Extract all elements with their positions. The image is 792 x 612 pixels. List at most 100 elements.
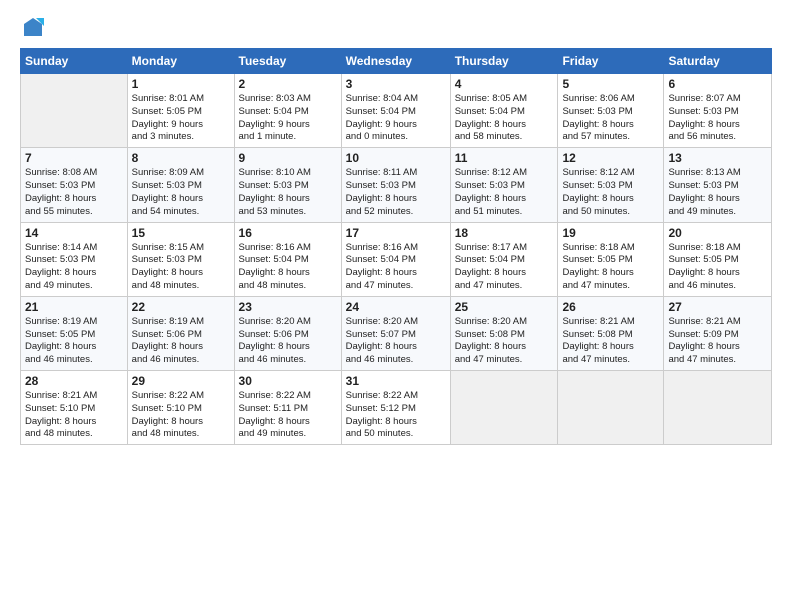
day-info: Sunrise: 8:05 AM Sunset: 5:04 PM Dayligh… [455,93,554,144]
col-header-tuesday: Tuesday [234,49,341,74]
day-cell: 4 Sunrise: 8:05 AM Sunset: 5:04 PM Daylig… [450,74,558,148]
day-number: 12 [562,151,659,165]
day-number: 27 [668,300,767,314]
day-number: 17 [346,226,446,240]
day-info: Sunrise: 8:14 AM Sunset: 5:03 PM Dayligh… [25,242,123,293]
day-info: Sunrise: 8:19 AM Sunset: 5:06 PM Dayligh… [132,316,230,367]
day-info: Sunrise: 8:22 AM Sunset: 5:11 PM Dayligh… [239,390,337,441]
day-cell: 5 Sunrise: 8:06 AM Sunset: 5:03 PM Daylig… [558,74,664,148]
day-cell: 26 Sunrise: 8:21 AM Sunset: 5:08 PM Dayli… [558,296,664,370]
day-cell: 19 Sunrise: 8:18 AM Sunset: 5:05 PM Dayli… [558,222,664,296]
calendar-table: SundayMondayTuesdayWednesdayThursdayFrid… [20,48,772,445]
logo-icon [22,16,44,38]
day-cell: 14 Sunrise: 8:14 AM Sunset: 5:03 PM Dayli… [21,222,128,296]
day-number: 16 [239,226,337,240]
day-number: 19 [562,226,659,240]
day-number: 31 [346,374,446,388]
day-cell: 24 Sunrise: 8:20 AM Sunset: 5:07 PM Dayli… [341,296,450,370]
day-info: Sunrise: 8:20 AM Sunset: 5:07 PM Dayligh… [346,316,446,367]
day-number: 22 [132,300,230,314]
week-row-2: 7 Sunrise: 8:08 AM Sunset: 5:03 PM Daylig… [21,148,772,222]
day-info: Sunrise: 8:12 AM Sunset: 5:03 PM Dayligh… [455,167,554,218]
day-info: Sunrise: 8:12 AM Sunset: 5:03 PM Dayligh… [562,167,659,218]
header [20,16,772,38]
day-number: 2 [239,77,337,91]
day-info: Sunrise: 8:11 AM Sunset: 5:03 PM Dayligh… [346,167,446,218]
day-info: Sunrise: 8:18 AM Sunset: 5:05 PM Dayligh… [668,242,767,293]
day-number: 29 [132,374,230,388]
day-cell: 6 Sunrise: 8:07 AM Sunset: 5:03 PM Daylig… [664,74,772,148]
day-info: Sunrise: 8:22 AM Sunset: 5:12 PM Dayligh… [346,390,446,441]
day-number: 30 [239,374,337,388]
day-info: Sunrise: 8:16 AM Sunset: 5:04 PM Dayligh… [346,242,446,293]
day-number: 10 [346,151,446,165]
day-number: 1 [132,77,230,91]
day-cell: 31 Sunrise: 8:22 AM Sunset: 5:12 PM Dayli… [341,371,450,445]
day-cell: 23 Sunrise: 8:20 AM Sunset: 5:06 PM Dayli… [234,296,341,370]
day-cell [450,371,558,445]
day-cell: 20 Sunrise: 8:18 AM Sunset: 5:05 PM Dayli… [664,222,772,296]
day-cell: 22 Sunrise: 8:19 AM Sunset: 5:06 PM Dayli… [127,296,234,370]
day-cell: 8 Sunrise: 8:09 AM Sunset: 5:03 PM Daylig… [127,148,234,222]
day-info: Sunrise: 8:18 AM Sunset: 5:05 PM Dayligh… [562,242,659,293]
day-cell: 27 Sunrise: 8:21 AM Sunset: 5:09 PM Dayli… [664,296,772,370]
day-cell: 1Sunrise: 8:01 AM Sunset: 5:05 PM Daylig… [127,74,234,148]
col-header-monday: Monday [127,49,234,74]
day-info: Sunrise: 8:15 AM Sunset: 5:03 PM Dayligh… [132,242,230,293]
day-number: 18 [455,226,554,240]
day-number: 11 [455,151,554,165]
day-number: 21 [25,300,123,314]
day-info: Sunrise: 8:09 AM Sunset: 5:03 PM Dayligh… [132,167,230,218]
logo [20,16,44,38]
day-number: 24 [346,300,446,314]
day-number: 15 [132,226,230,240]
day-number: 6 [668,77,767,91]
day-cell: 16Sunrise: 8:16 AM Sunset: 5:04 PM Dayli… [234,222,341,296]
day-info: Sunrise: 8:04 AM Sunset: 5:04 PM Dayligh… [346,93,446,144]
week-row-1: 1Sunrise: 8:01 AM Sunset: 5:05 PM Daylig… [21,74,772,148]
day-info: Sunrise: 8:22 AM Sunset: 5:10 PM Dayligh… [132,390,230,441]
day-cell [664,371,772,445]
col-header-thursday: Thursday [450,49,558,74]
day-cell: 9Sunrise: 8:10 AM Sunset: 5:03 PM Daylig… [234,148,341,222]
day-info: Sunrise: 8:19 AM Sunset: 5:05 PM Dayligh… [25,316,123,367]
day-number: 8 [132,151,230,165]
day-cell: 13 Sunrise: 8:13 AM Sunset: 5:03 PM Dayli… [664,148,772,222]
day-number: 3 [346,77,446,91]
col-header-saturday: Saturday [664,49,772,74]
day-info: Sunrise: 8:13 AM Sunset: 5:03 PM Dayligh… [668,167,767,218]
day-cell: 12 Sunrise: 8:12 AM Sunset: 5:03 PM Dayli… [558,148,664,222]
day-cell: 30 Sunrise: 8:22 AM Sunset: 5:11 PM Dayli… [234,371,341,445]
day-cell: 3 Sunrise: 8:04 AM Sunset: 5:04 PM Daylig… [341,74,450,148]
day-number: 25 [455,300,554,314]
day-number: 28 [25,374,123,388]
day-cell: 29 Sunrise: 8:22 AM Sunset: 5:10 PM Dayli… [127,371,234,445]
day-info: Sunrise: 8:06 AM Sunset: 5:03 PM Dayligh… [562,93,659,144]
day-number: 20 [668,226,767,240]
day-cell: 21 Sunrise: 8:19 AM Sunset: 5:05 PM Dayli… [21,296,128,370]
day-info: Sunrise: 8:21 AM Sunset: 5:09 PM Dayligh… [668,316,767,367]
day-info: Sunrise: 8:21 AM Sunset: 5:08 PM Dayligh… [562,316,659,367]
day-cell: 11 Sunrise: 8:12 AM Sunset: 5:03 PM Dayli… [450,148,558,222]
day-number: 7 [25,151,123,165]
day-number: 26 [562,300,659,314]
day-cell: 2Sunrise: 8:03 AM Sunset: 5:04 PM Daylig… [234,74,341,148]
day-number: 13 [668,151,767,165]
day-info: Sunrise: 8:17 AM Sunset: 5:04 PM Dayligh… [455,242,554,293]
day-info: Sunrise: 8:07 AM Sunset: 5:03 PM Dayligh… [668,93,767,144]
col-header-friday: Friday [558,49,664,74]
day-cell: 28Sunrise: 8:21 AM Sunset: 5:10 PM Dayli… [21,371,128,445]
day-cell: 25Sunrise: 8:20 AM Sunset: 5:08 PM Dayli… [450,296,558,370]
day-info: Sunrise: 8:08 AM Sunset: 5:03 PM Dayligh… [25,167,123,218]
day-info: Sunrise: 8:20 AM Sunset: 5:06 PM Dayligh… [239,316,337,367]
header-row: SundayMondayTuesdayWednesdayThursdayFrid… [21,49,772,74]
day-number: 14 [25,226,123,240]
day-cell: 18 Sunrise: 8:17 AM Sunset: 5:04 PM Dayli… [450,222,558,296]
day-number: 4 [455,77,554,91]
day-number: 23 [239,300,337,314]
day-info: Sunrise: 8:10 AM Sunset: 5:03 PM Dayligh… [239,167,337,218]
page: SundayMondayTuesdayWednesdayThursdayFrid… [0,0,792,612]
day-number: 5 [562,77,659,91]
day-cell: 7 Sunrise: 8:08 AM Sunset: 5:03 PM Daylig… [21,148,128,222]
day-cell [558,371,664,445]
